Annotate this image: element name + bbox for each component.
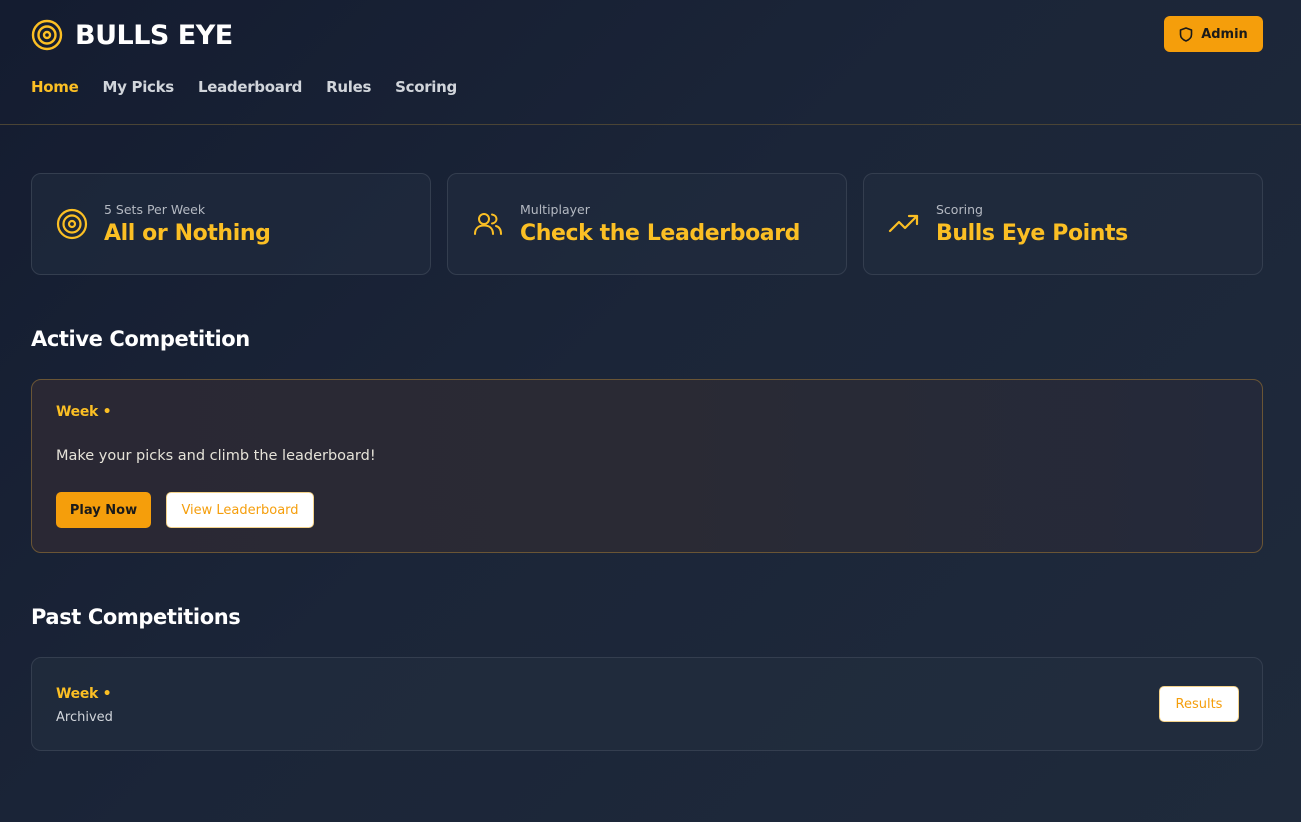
feature-title: Check the Leaderboard — [520, 221, 801, 246]
past-competition-item: Week • Archived Results — [31, 657, 1263, 751]
feature-title: All or Nothing — [104, 221, 271, 246]
past-competitions-heading: Past Competitions — [31, 605, 241, 629]
view-leaderboard-button[interactable]: View Leaderboard — [166, 492, 314, 528]
feature-card-points: Scoring Bulls Eye Points — [863, 173, 1263, 275]
feature-subtitle: 5 Sets Per Week — [104, 202, 206, 217]
main-nav: Home My Picks Leaderboard Rules Scoring — [31, 78, 457, 96]
brand[interactable]: BULLS EYE — [31, 18, 233, 52]
feature-subtitle: Scoring — [936, 202, 983, 217]
feature-card-leaderboard: Multiplayer Check the Leaderboard — [447, 173, 847, 275]
feature-subtitle: Multiplayer — [520, 202, 590, 217]
target-icon — [56, 208, 88, 240]
competition-status: Archived — [56, 710, 113, 725]
feature-title: Bulls Eye Points — [936, 221, 1128, 246]
target-icon — [31, 19, 63, 51]
play-now-button[interactable]: Play Now — [56, 492, 151, 528]
admin-button[interactable]: Admin — [1164, 16, 1263, 52]
nav-home[interactable]: Home — [31, 78, 79, 96]
active-competition-card: Week • Make your picks and climb the lea… — [31, 379, 1263, 553]
active-competition-heading: Active Competition — [31, 327, 250, 351]
week-label: Week • — [56, 404, 112, 420]
top-header: BULLS EYE Admin Home My Picks Leaderboar… — [0, 0, 1301, 125]
competition-description: Make your picks and climb the leaderboar… — [56, 448, 376, 464]
users-icon — [472, 208, 504, 240]
nav-rules[interactable]: Rules — [326, 78, 371, 96]
trending-up-icon — [888, 208, 920, 240]
admin-label: Admin — [1201, 26, 1248, 42]
app-title: BULLS EYE — [75, 19, 233, 51]
shield-icon — [1179, 26, 1193, 42]
nav-scoring[interactable]: Scoring — [395, 78, 457, 96]
results-button[interactable]: Results — [1159, 686, 1239, 722]
week-label: Week • — [56, 686, 112, 702]
nav-my-picks[interactable]: My Picks — [102, 78, 174, 96]
feature-card-all-or-nothing: 5 Sets Per Week All or Nothing — [31, 173, 431, 275]
nav-leaderboard[interactable]: Leaderboard — [198, 78, 302, 96]
